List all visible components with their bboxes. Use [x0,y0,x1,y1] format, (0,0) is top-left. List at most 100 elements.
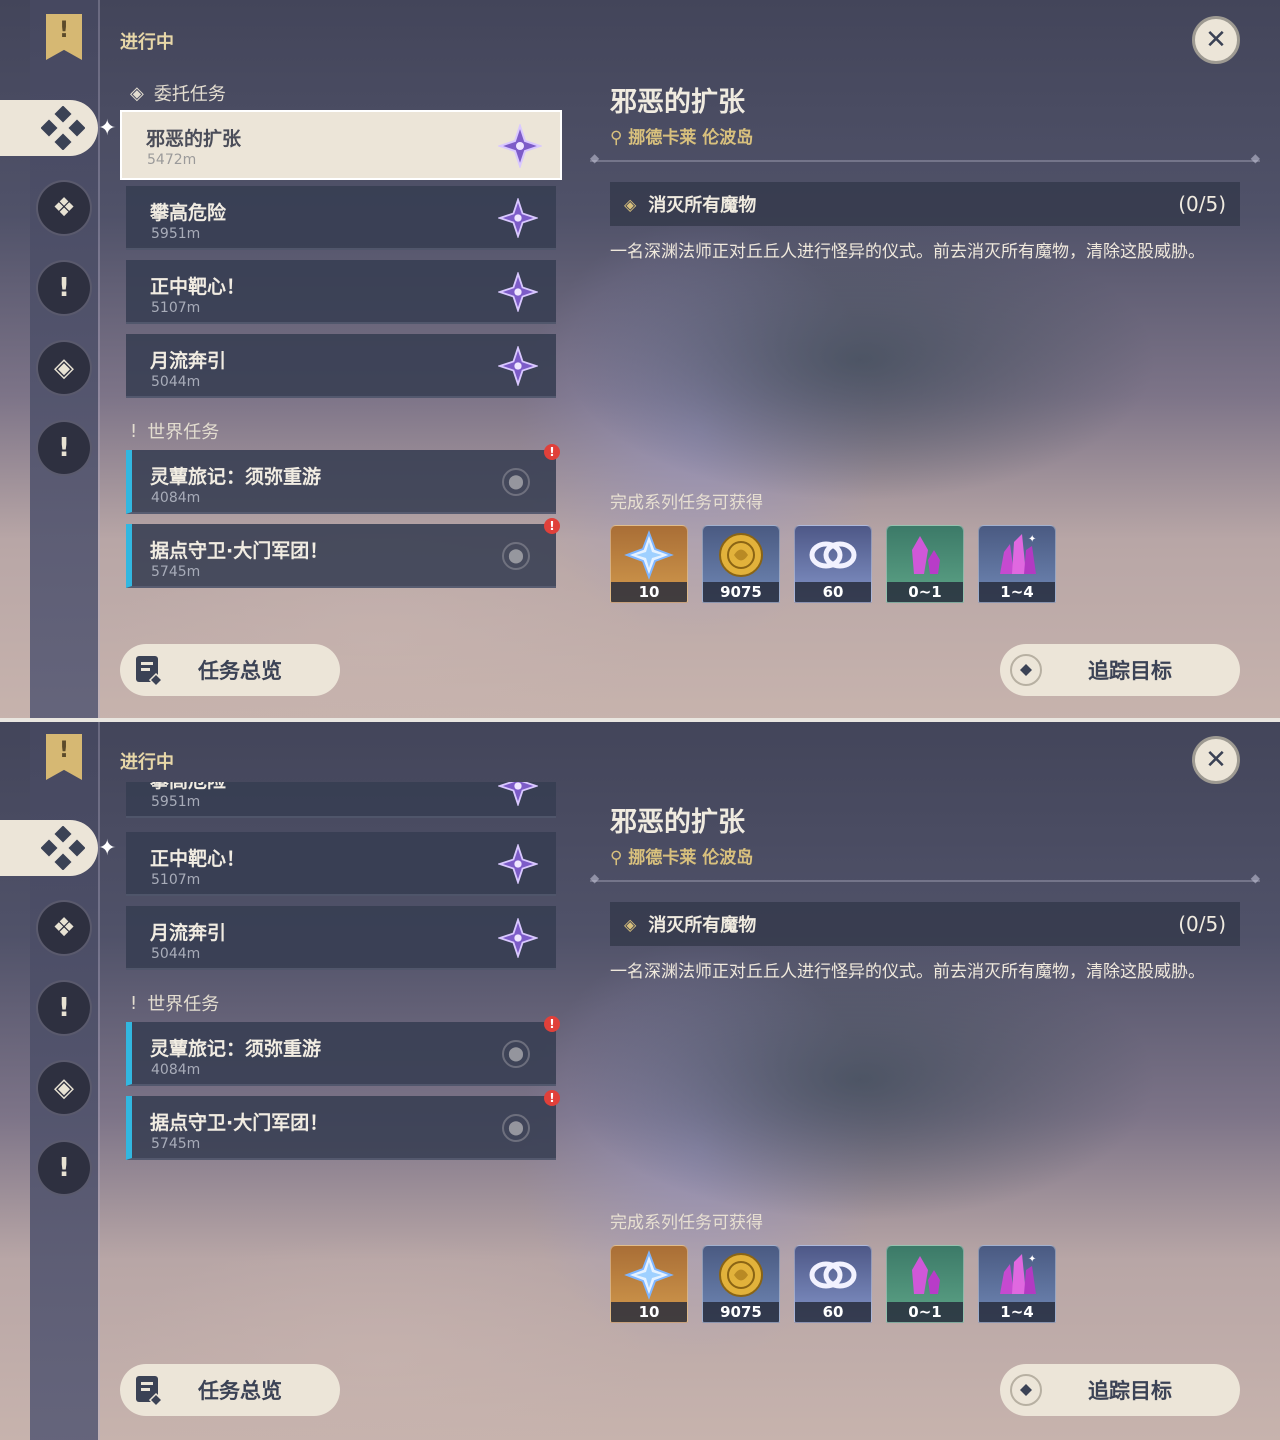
quest-name: 据点守卫·大门军团！ [150,540,329,562]
track-target-button[interactable]: 追踪目标 [1000,644,1240,696]
screenshot-divider [0,718,1280,722]
svg-text:✦: ✦ [1028,534,1036,545]
detail-divider [590,151,1260,165]
alert-badge: ! [544,518,560,534]
story-quest-icon: ! [58,273,70,303]
svg-text:✦: ✦ [1028,1254,1036,1265]
rail-tab-commission-active[interactable] [0,820,98,876]
reward-item[interactable]: ✦ 1~4 [978,525,1056,603]
archon-quest-icon: ❖ [52,193,76,223]
commission-star-icon [498,844,538,884]
detail-title: 邪恶的扩张 [610,87,745,118]
rail-tab-event[interactable]: ◈ [36,340,92,396]
reward-item[interactable]: 10 [610,525,688,603]
close-button[interactable]: ✕ [1192,736,1240,784]
location-pin-icon: ⚲ [610,128,629,148]
alert-badge: ! [544,444,560,460]
commission-diamond-icon: ◈ [130,82,144,104]
reward-item[interactable]: 60 [794,1245,872,1323]
world-quest-item[interactable]: 据点守卫·大门军团！ 5745m ⬤ ! [126,518,560,588]
quest-item[interactable]: 月流奔引 5044m [126,906,556,970]
reward-item[interactable]: ✦ 1~4 [978,1245,1056,1323]
quest-name: 据点守卫·大门军团！ [150,1112,329,1134]
quest-name: 攀高危险 [150,782,226,793]
world-quest-item[interactable]: 灵蕈旅记：须弥重游 4084m ⬤ ! [126,444,560,514]
quest-item[interactable]: 攀高危险 5951m [126,782,556,818]
close-icon: ✕ [1205,25,1227,55]
crystal-cluster-icon: ✦ [1000,1254,1036,1294]
sparkle-icon: ✦ [98,836,117,861]
rail-tab-world[interactable]: ! [36,1140,92,1196]
rail-tab-event[interactable]: ◈ [36,1060,92,1116]
mora-icon [719,1253,763,1297]
rail-tab-archon[interactable]: ❖ [36,900,92,956]
reward-item[interactable]: 9075 [702,1245,780,1323]
objective-row: ◈ 消灭所有魔物 (0/5) [610,902,1240,946]
quest-name: 月流奔引 [150,350,227,372]
quest-distance: 4084m [151,1062,201,1078]
quest-screen-top: ! ✦ ❖ ! ◈ ! 进行中 ◈ 委托任务 邪恶的扩张 5472m 攀高危险 … [0,0,1280,720]
map-pin-icon[interactable]: ⬤ [502,1114,530,1142]
quest-distance: 5472m [147,152,197,168]
overview-book-icon [136,656,164,686]
close-button[interactable]: ✕ [1192,16,1240,64]
crystal-cluster-icon: ✦ [1000,534,1036,574]
track-diamond-icon [1010,1374,1042,1406]
rail-tab-world[interactable]: ! [36,420,92,476]
rail-tab-commission-active[interactable] [0,100,98,156]
detail-title: 邪恶的扩张 [610,807,745,838]
track-target-button[interactable]: 追踪目标 [1000,1364,1240,1416]
quest-item-selected[interactable]: 邪恶的扩张 5472m [120,110,562,180]
quest-overview-button[interactable]: 任务总览 [120,644,340,696]
objective-diamond-icon: ◈ [624,914,637,934]
alert-badge: ! [544,1016,560,1032]
primogem-icon [624,1250,674,1300]
track-diamond-icon [1010,654,1042,686]
quest-name: 攀高危险 [150,202,227,224]
objective-diamond-icon: ◈ [624,194,637,214]
quest-distance: 5107m [151,872,201,888]
world-quest-icon: ! [58,1153,70,1183]
quest-item[interactable]: 正中靶心！ 5107m [126,260,556,324]
map-pin-icon[interactable]: ⬤ [502,542,530,570]
quest-list-scrolled[interactable]: 攀高危险 5951m 正中靶心！ 5107m 月流奔引 5044m ! 世界任务… [120,782,570,1342]
commission-star-icon [498,918,538,958]
alert-badge: ! [544,1090,560,1106]
quest-distance: 4084m [151,490,201,506]
objective-progress: (0/5) [1178,912,1226,936]
quest-name: 正中靶心！ [150,848,246,870]
rail-tab-story[interactable]: ! [36,260,92,316]
reward-item[interactable]: 10 [610,1245,688,1323]
quest-item[interactable]: 正中靶心！ 5107m [126,832,556,896]
quest-item[interactable]: 月流奔引 5044m [126,334,556,398]
quest-name: 灵蕈旅记：须弥重游 [150,1038,322,1060]
quest-name: 月流奔引 [150,922,227,944]
rail-tab-archon[interactable]: ❖ [36,180,92,236]
world-quest-item[interactable]: 灵蕈旅记：须弥重游 4084m ⬤ ! [126,1016,560,1086]
quest-distance: 5951m [151,226,201,242]
map-pin-icon[interactable]: ⬤ [502,1040,530,1068]
world-quest-item[interactable]: 据点守卫·大门军团！ 5745m ⬤ ! [126,1090,560,1160]
reward-item[interactable]: 0~1 [886,525,964,603]
quest-distance: 5044m [151,374,201,390]
quest-item[interactable]: 攀高危险 5951m [126,186,556,250]
reward-item[interactable]: 0~1 [886,1245,964,1323]
world-quest-icon: ! [58,433,70,463]
quest-distance: 5044m [151,946,201,962]
world-exclaim-icon: ! [130,992,138,1014]
archon-quest-icon: ❖ [52,913,76,943]
detail-description: 一名深渊法师正对丘丘人进行怪异的仪式。前去消灭所有魔物，清除这股威胁。 [610,962,1205,982]
close-icon: ✕ [1205,745,1227,775]
commission-icon [41,106,85,150]
quest-list[interactable]: ◈ 委托任务 邪恶的扩张 5472m 攀高危险 5951m 正中靶心！ 5107… [120,0,570,620]
quest-overview-button[interactable]: 任务总览 [120,1364,340,1416]
event-quest-icon: ◈ [54,353,74,383]
reward-item[interactable]: 9075 [702,525,780,603]
mora-icon [719,533,763,577]
commission-star-icon [498,782,538,806]
reward-item[interactable]: 60 [794,525,872,603]
companionship-exp-icon [809,1261,857,1289]
detail-description: 一名深渊法师正对丘丘人进行怪异的仪式。前去消灭所有魔物，清除这股威胁。 [610,242,1205,262]
map-pin-icon[interactable]: ⬤ [502,468,530,496]
rail-tab-story[interactable]: ! [36,980,92,1036]
